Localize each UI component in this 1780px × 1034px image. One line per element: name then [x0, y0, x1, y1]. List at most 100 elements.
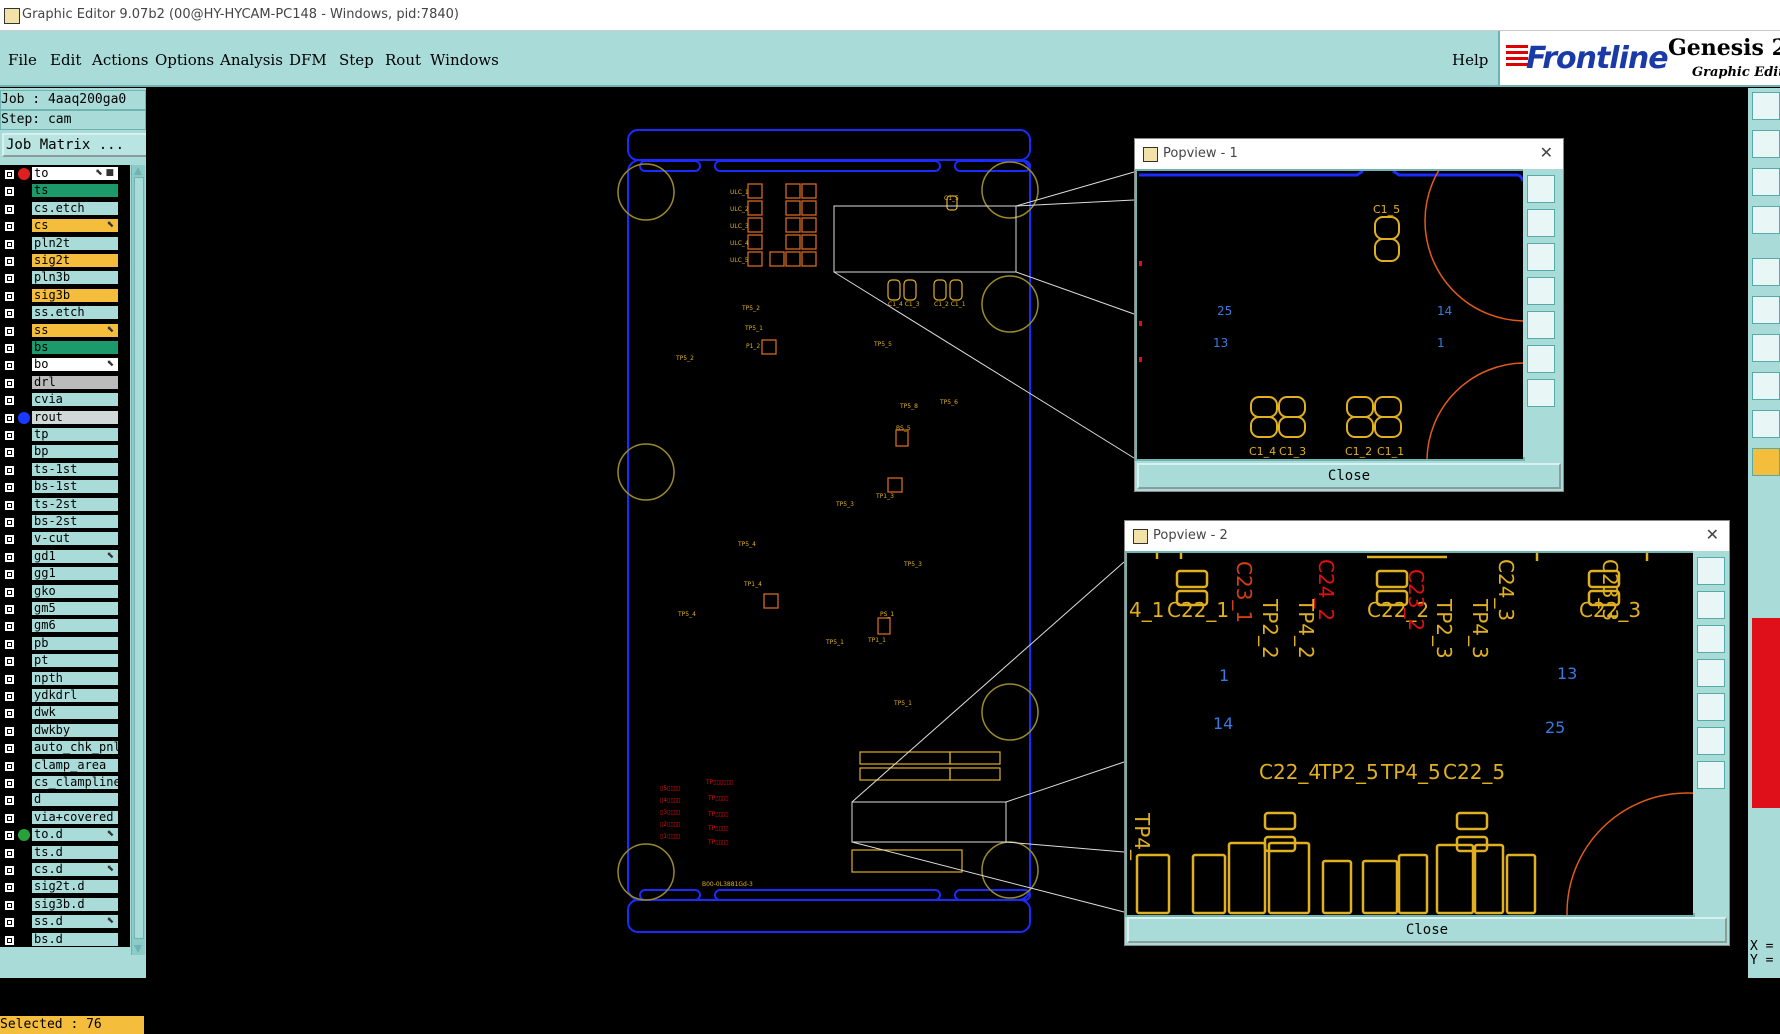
layer-checkbox[interactable]: [4, 291, 15, 302]
layer-checkbox[interactable]: [4, 256, 15, 267]
layer-name[interactable]: ts-1st: [32, 463, 118, 476]
zoom-in-icon[interactable]: [1527, 175, 1555, 203]
fit-view-icon[interactable]: [1697, 727, 1725, 755]
pan-right-icon[interactable]: [1527, 311, 1555, 339]
popview-2-viewport[interactable]: 4_1 C22_1 C22_2 C22_3 C22_4 TP2_5 TP4_5 …: [1125, 551, 1695, 917]
layer-row[interactable]: clamp_area: [0, 759, 118, 773]
layer-name[interactable]: auto_chk_pnl: [32, 741, 118, 754]
layer-checkbox[interactable]: [4, 204, 15, 215]
layer-name[interactable]: bp: [32, 445, 118, 458]
layer-row[interactable]: ss.etch: [0, 306, 118, 320]
layer-checkbox[interactable]: [4, 604, 15, 615]
layer-name[interactable]: dwk: [32, 706, 118, 719]
pan-left-icon[interactable]: [1527, 277, 1555, 305]
layer-name[interactable]: clamp_area: [32, 759, 118, 772]
layer-name[interactable]: v-cut: [32, 532, 118, 545]
layer-checkbox[interactable]: [4, 795, 15, 806]
layer-name[interactable]: gm6: [32, 619, 118, 632]
layer-name[interactable]: pln2t: [32, 237, 118, 250]
layer-name[interactable]: ydkdrl: [32, 689, 118, 702]
layer-row[interactable]: bs: [0, 341, 118, 355]
pan-down-icon[interactable]: [1527, 243, 1555, 271]
layer-checkbox[interactable]: [4, 482, 15, 493]
menu-help[interactable]: Help: [1452, 51, 1488, 69]
layer-checkbox[interactable]: [4, 326, 15, 337]
layer-row[interactable]: gg1: [0, 567, 118, 581]
layer-row[interactable]: auto_chk_pnl: [0, 741, 118, 755]
layer-checkbox[interactable]: [4, 343, 15, 354]
layer-row[interactable]: to ⬉ ■: [0, 167, 118, 181]
menu-edit[interactable]: Edit: [50, 51, 81, 69]
layer-checkbox[interactable]: [4, 430, 15, 441]
layer-checkbox[interactable]: [4, 935, 15, 946]
layer-checkbox[interactable]: [4, 500, 15, 511]
layer-row[interactable]: v-cut: [0, 532, 118, 546]
layer-row[interactable]: pln3b: [0, 271, 118, 285]
layer-list-scrollbar[interactable]: [131, 165, 145, 955]
scroll-thumb[interactable]: [134, 177, 144, 939]
layer-row[interactable]: npth: [0, 672, 118, 686]
layer-checkbox[interactable]: [4, 569, 15, 580]
scroll-up-icon[interactable]: [134, 167, 142, 175]
layer-name[interactable]: via+covered: [32, 811, 118, 824]
layer-checkbox[interactable]: [4, 813, 15, 824]
layer-row[interactable]: ts: [0, 184, 118, 198]
pointer-icon[interactable]: [1752, 448, 1780, 476]
layer-row[interactable]: rout: [0, 411, 118, 425]
layer-name[interactable]: pt: [32, 654, 118, 667]
layer-checkbox[interactable]: [4, 395, 15, 406]
layer-checkbox[interactable]: [4, 848, 15, 859]
layer-checkbox[interactable]: [4, 656, 15, 667]
pan-right-icon[interactable]: [1697, 693, 1725, 721]
layer-checkbox[interactable]: [4, 413, 15, 424]
pan-left-icon[interactable]: [1697, 659, 1725, 687]
paint-icon[interactable]: [1752, 206, 1780, 234]
close-icon[interactable]: ✕: [1540, 143, 1553, 162]
layer-row[interactable]: cs_clampline: [0, 776, 118, 790]
layer-checkbox[interactable]: [4, 534, 15, 545]
layer-row[interactable]: pt: [0, 654, 118, 668]
layer-checkbox[interactable]: [4, 691, 15, 702]
layer-checkbox[interactable]: [4, 221, 15, 232]
layer-row[interactable]: ss ⬉: [0, 324, 118, 338]
layer-row[interactable]: cvia: [0, 393, 118, 407]
layer-row[interactable]: cs ⬉: [0, 219, 118, 233]
layer-name[interactable]: cs.d: [32, 863, 118, 876]
layer-checkbox[interactable]: [4, 552, 15, 563]
layer-checkbox[interactable]: [4, 900, 15, 911]
warning-icon[interactable]: [1752, 410, 1780, 438]
layer-row[interactable]: sig2t: [0, 254, 118, 268]
layer-checkbox[interactable]: [4, 743, 15, 754]
layer-name[interactable]: d: [32, 793, 118, 806]
layer-name[interactable]: npth: [32, 672, 118, 685]
layer-checkbox[interactable]: [4, 360, 15, 371]
layer-checkbox[interactable]: [4, 308, 15, 319]
layer-name[interactable]: bs-2st: [32, 515, 118, 528]
layer-name[interactable]: ts.d: [32, 846, 118, 859]
layer-name[interactable]: cvia: [32, 393, 118, 406]
layer-row[interactable]: bp: [0, 445, 118, 459]
layer-name[interactable]: pb: [32, 637, 118, 650]
layer-name[interactable]: bs.d: [32, 933, 118, 946]
home-view-icon[interactable]: [1697, 761, 1725, 789]
layer-name[interactable]: pln3b: [32, 271, 118, 284]
layer-name[interactable]: cs.etch: [32, 202, 118, 215]
layer-checkbox[interactable]: [4, 778, 15, 789]
layer-row[interactable]: d: [0, 793, 118, 807]
layer-row[interactable]: via+covered: [0, 811, 118, 825]
layer-checkbox[interactable]: [4, 587, 15, 598]
layer-row[interactable]: bs-2st: [0, 515, 118, 529]
layer-name[interactable]: drl: [32, 376, 118, 389]
layer-row[interactable]: ss.d ⬉: [0, 915, 118, 929]
layer-up-icon[interactable]: [1752, 92, 1780, 120]
layer-row[interactable]: tp: [0, 428, 118, 442]
layer-checkbox[interactable]: [4, 882, 15, 893]
layer-row[interactable]: ts-1st: [0, 463, 118, 477]
layer-checkbox[interactable]: [4, 239, 15, 250]
layer-checkbox[interactable]: [4, 674, 15, 685]
menu-windows[interactable]: Windows: [430, 51, 499, 69]
popview-1-viewport[interactable]: C1_5 C1_4 C1_3 C1_2 C1_1 25 13 14 1: [1135, 169, 1525, 461]
layer-checkbox[interactable]: [4, 761, 15, 772]
layer-row[interactable]: gm6: [0, 619, 118, 633]
layer-name[interactable]: dwkby: [32, 724, 118, 737]
